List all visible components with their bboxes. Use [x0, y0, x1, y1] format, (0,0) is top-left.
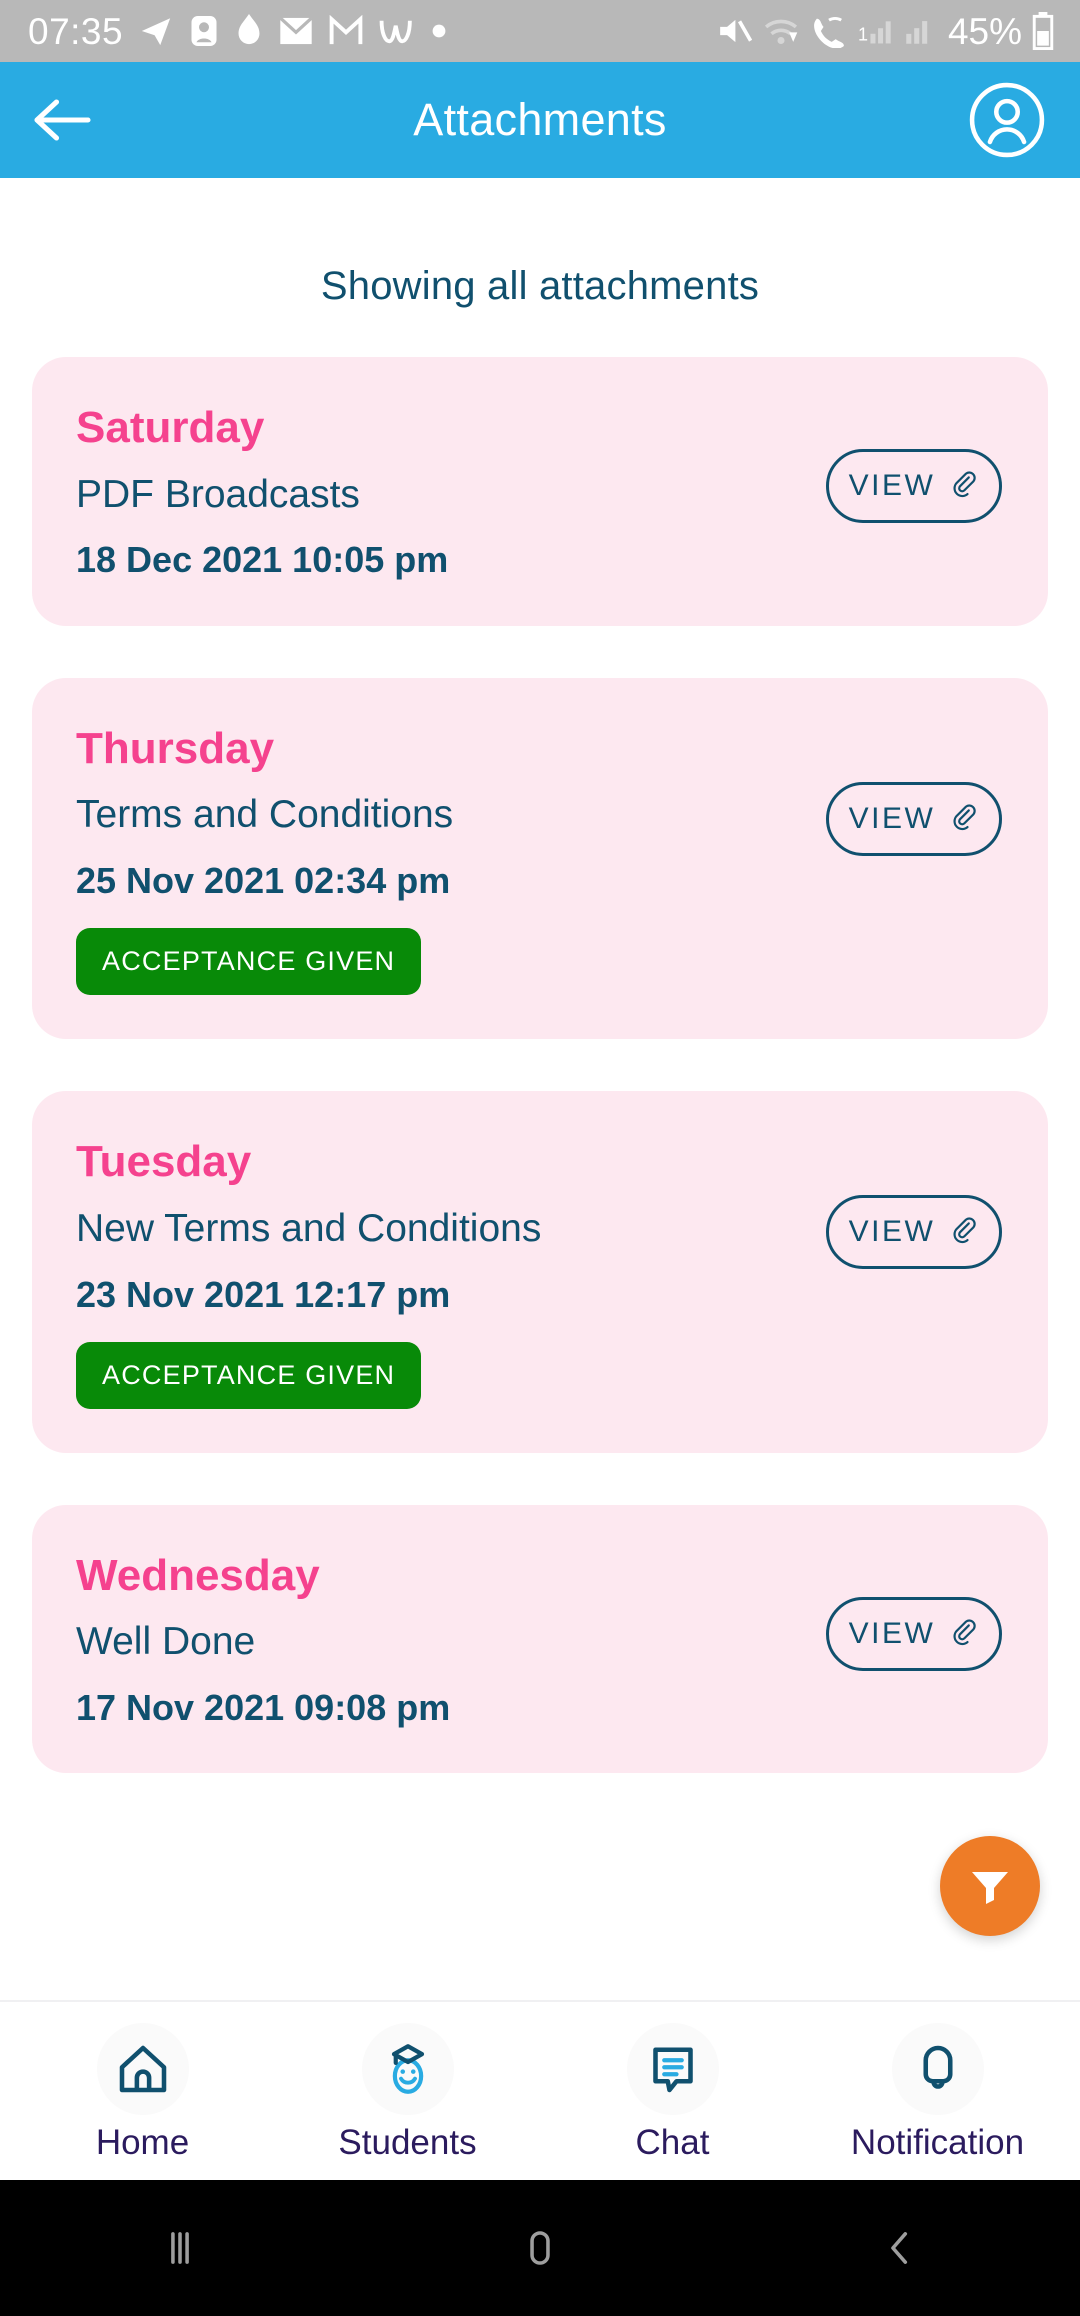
- nav-label-notification: Notification: [850, 2122, 1025, 2162]
- wifi-icon: [764, 19, 798, 45]
- filter-funnel-icon: [972, 1872, 1008, 1904]
- status-bar: 07:35 1 45%: [0, 0, 1080, 62]
- bottom-navigation-bar: Home Students Chat Notification: [0, 2000, 1080, 2180]
- back-arrow-icon: [34, 99, 91, 141]
- nav-item-notification[interactable]: Notification: [805, 2022, 1070, 2162]
- mail-icon: [279, 16, 313, 45]
- chat-icon-wrap: [626, 2022, 719, 2115]
- attachment-day: Tuesday: [76, 1137, 252, 1187]
- paperclip-icon: [953, 804, 977, 830]
- showing-all-attachments-label: Showing all attachments: [320, 264, 760, 308]
- students-icon-wrap: [361, 2022, 454, 2115]
- back-button[interactable]: [34, 85, 104, 155]
- attachment-day: Saturday: [76, 403, 265, 452]
- status-bar-left: 07:35: [28, 13, 447, 50]
- attachment-subject: Well Done: [76, 1620, 256, 1664]
- home-icon-wrap: [96, 2022, 189, 2115]
- signal-1-icon: 1: [858, 21, 891, 45]
- attachment-card[interactable]: Saturday PDF Broadcasts 18 Dec 2021 10:0…: [32, 357, 1048, 626]
- attachment-date: 25 Nov 2021 02:34 pm: [76, 859, 451, 901]
- view-button[interactable]: VIEW: [826, 449, 1002, 523]
- profile-avatar-button[interactable]: [968, 81, 1046, 159]
- android-home-button[interactable]: [480, 2203, 600, 2293]
- telegram-icon: [141, 18, 171, 46]
- attachment-day: Thursday: [76, 723, 275, 773]
- paperclip-icon: [953, 1217, 977, 1244]
- nav-label-students: Students: [338, 2122, 477, 2162]
- attachment-day: Wednesday: [76, 1550, 320, 1600]
- attachment-card-body: Thursday Terms and Conditions 25 Nov 202…: [76, 724, 1004, 996]
- w-app-icon: [379, 20, 412, 44]
- attachment-date: 17 Nov 2021 09:08 pm: [76, 1687, 451, 1729]
- filter-fab-button[interactable]: [940, 1836, 1040, 1936]
- attachment-card[interactable]: Tuesday New Terms and Conditions 23 Nov …: [32, 1091, 1048, 1453]
- graduate-student-icon: [391, 2043, 424, 2094]
- status-bar-right: 1 45%: [716, 12, 1054, 50]
- nav-item-chat[interactable]: Chat: [540, 2022, 805, 2162]
- bell-icon: [922, 2045, 953, 2089]
- page-title: Attachments: [413, 94, 667, 145]
- app-icon-2: [238, 14, 260, 45]
- nav-label-home: Home: [95, 2122, 190, 2162]
- status-badge: ACCEPTANCE GIVEN: [76, 1341, 422, 1409]
- status-clock: 07:35: [28, 10, 124, 52]
- signal-2-icon: [906, 21, 928, 44]
- attachment-card[interactable]: Wednesday Well Done 17 Nov 2021 09:08 pm…: [32, 1504, 1048, 1774]
- account-circle-icon: [969, 82, 1045, 158]
- mute-icon: [720, 19, 752, 43]
- nav-item-home[interactable]: Home: [10, 2022, 275, 2162]
- nav-label-chat: Chat: [635, 2122, 710, 2162]
- android-back-icon: [891, 2232, 908, 2264]
- attachments-list-scroll[interactable]: Showing all attachments Saturday PDF Bro…: [0, 178, 1080, 2000]
- recents-icon: [171, 2232, 189, 2264]
- view-button[interactable]: VIEW: [826, 1195, 1002, 1270]
- view-button-label: VIEW: [848, 469, 936, 502]
- home-icon: [119, 2045, 166, 2092]
- view-button-label: VIEW: [848, 1616, 936, 1650]
- nav-item-students[interactable]: Students: [275, 2022, 540, 2162]
- view-button[interactable]: VIEW: [826, 1596, 1002, 1671]
- attachment-subject: New Terms and Conditions: [76, 1206, 542, 1250]
- view-button-label: VIEW: [848, 801, 936, 835]
- battery-percent-label: 45%: [947, 10, 1022, 52]
- android-back-button[interactable]: [840, 2203, 960, 2293]
- battery-icon: [1032, 12, 1054, 50]
- svg-text:1: 1: [858, 25, 868, 45]
- attachment-subject: Terms and Conditions: [76, 793, 454, 837]
- chat-bubble-icon: [652, 2046, 693, 2092]
- app-header: Attachments: [0, 62, 1080, 178]
- gmail-icon: [329, 15, 363, 45]
- android-recents-button[interactable]: [120, 2203, 240, 2293]
- call-wifi-icon: [814, 17, 844, 48]
- android-system-nav: [0, 2180, 1080, 2316]
- attachment-card-body: Tuesday New Terms and Conditions 23 Nov …: [76, 1137, 1004, 1409]
- view-button-label: VIEW: [848, 1215, 936, 1249]
- paperclip-icon: [953, 1619, 977, 1645]
- attachment-card[interactable]: Thursday Terms and Conditions 25 Nov 202…: [32, 677, 1048, 1040]
- attachment-date: 23 Nov 2021 12:17 pm: [76, 1273, 451, 1315]
- view-button[interactable]: VIEW: [826, 781, 1002, 856]
- app-icon: [191, 16, 217, 46]
- status-badge: ACCEPTANCE GIVEN: [76, 928, 422, 996]
- phone-screen: 07:35 1 45% Attachments Showing all atta…: [0, 0, 1080, 2316]
- paperclip-icon: [953, 471, 977, 498]
- attachment-subject: PDF Broadcasts: [76, 472, 360, 516]
- home-pill-icon: [530, 2231, 550, 2265]
- notification-icon-wrap: [891, 2022, 984, 2115]
- dot-icon: [432, 24, 446, 38]
- attachment-date: 18 Dec 2021 10:05 pm: [76, 539, 449, 581]
